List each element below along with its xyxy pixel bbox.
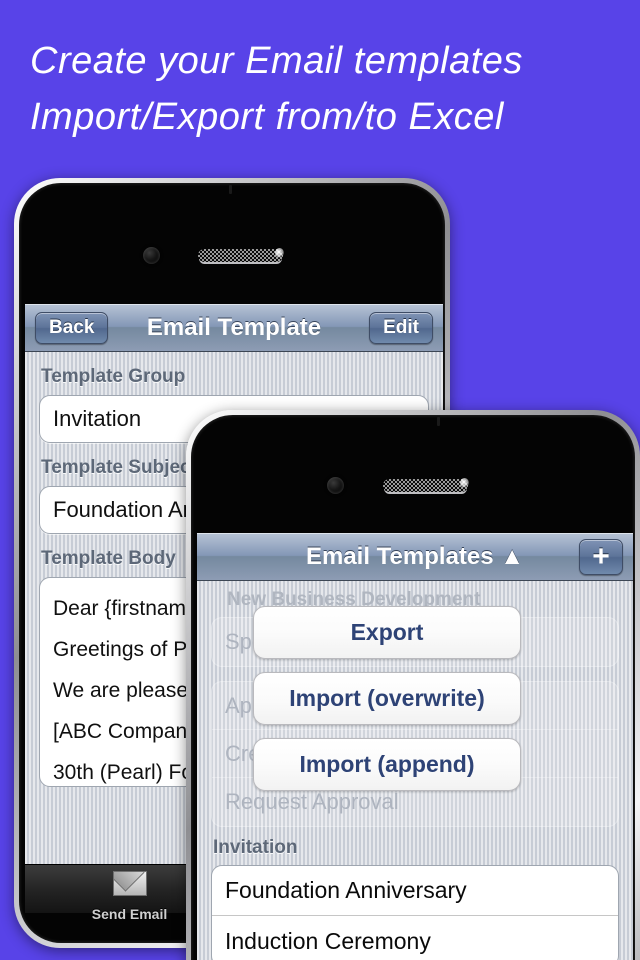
- back-button[interactable]: Back: [35, 311, 109, 344]
- add-template-button[interactable]: +: [579, 538, 623, 575]
- dimmed-template-list: New Business Development Special Meeting…: [197, 581, 633, 827]
- sensor-mark-icon: [229, 185, 232, 194]
- plus-icon: +: [592, 539, 610, 573]
- earpiece-speaker-icon: [198, 248, 284, 262]
- tab-send-email-label: Send Email: [91, 906, 168, 922]
- front-camera-icon: [327, 477, 344, 494]
- edit-button-label: Edit: [383, 316, 419, 338]
- section-header-template-group: Template Group: [41, 366, 186, 387]
- import-append-button[interactable]: Import (append): [253, 738, 521, 791]
- headline-line-1: Create your Email templates: [30, 40, 523, 82]
- promo-headline: Create your Email templates Import/Expor…: [30, 33, 630, 145]
- edit-button[interactable]: Edit: [369, 311, 433, 344]
- navbar-title: Email Template: [146, 313, 322, 341]
- list-item[interactable]: Foundation Anniversary: [212, 866, 618, 916]
- envelope-icon: [112, 871, 147, 897]
- action-sheet: Export Import (overwrite) Import (append…: [253, 606, 521, 804]
- phone-body-front: Email Templates ▲ + New Business Develop…: [191, 415, 635, 960]
- navbar-email-template: Back Email Template Edit: [25, 304, 443, 352]
- import-overwrite-button[interactable]: Import (overwrite): [253, 672, 521, 725]
- promo-screenshot: Create your Email templates Import/Expor…: [0, 0, 640, 960]
- export-button[interactable]: Export: [253, 606, 521, 659]
- front-camera-icon: [143, 247, 160, 264]
- back-button-label: Back: [49, 316, 95, 338]
- headline-line-2: Import/Export from/to Excel: [30, 96, 504, 138]
- sensor-mark-icon: [437, 417, 440, 426]
- navbar-email-templates: Email Templates ▲ +: [197, 533, 633, 581]
- section-header-invitation: Invitation: [213, 837, 298, 858]
- template-group-value: Invitation: [53, 406, 142, 431]
- phone-device-front: Email Templates ▲ + New Business Develop…: [186, 410, 640, 960]
- navbar-title: Email Templates ▲: [305, 542, 525, 570]
- screen-email-templates-list: Email Templates ▲ + New Business Develop…: [197, 533, 633, 960]
- invitation-template-group: Foundation Anniversary Induction Ceremon…: [211, 865, 619, 960]
- list-item[interactable]: Induction Ceremony: [212, 916, 618, 960]
- earpiece-speaker-icon: [383, 478, 469, 492]
